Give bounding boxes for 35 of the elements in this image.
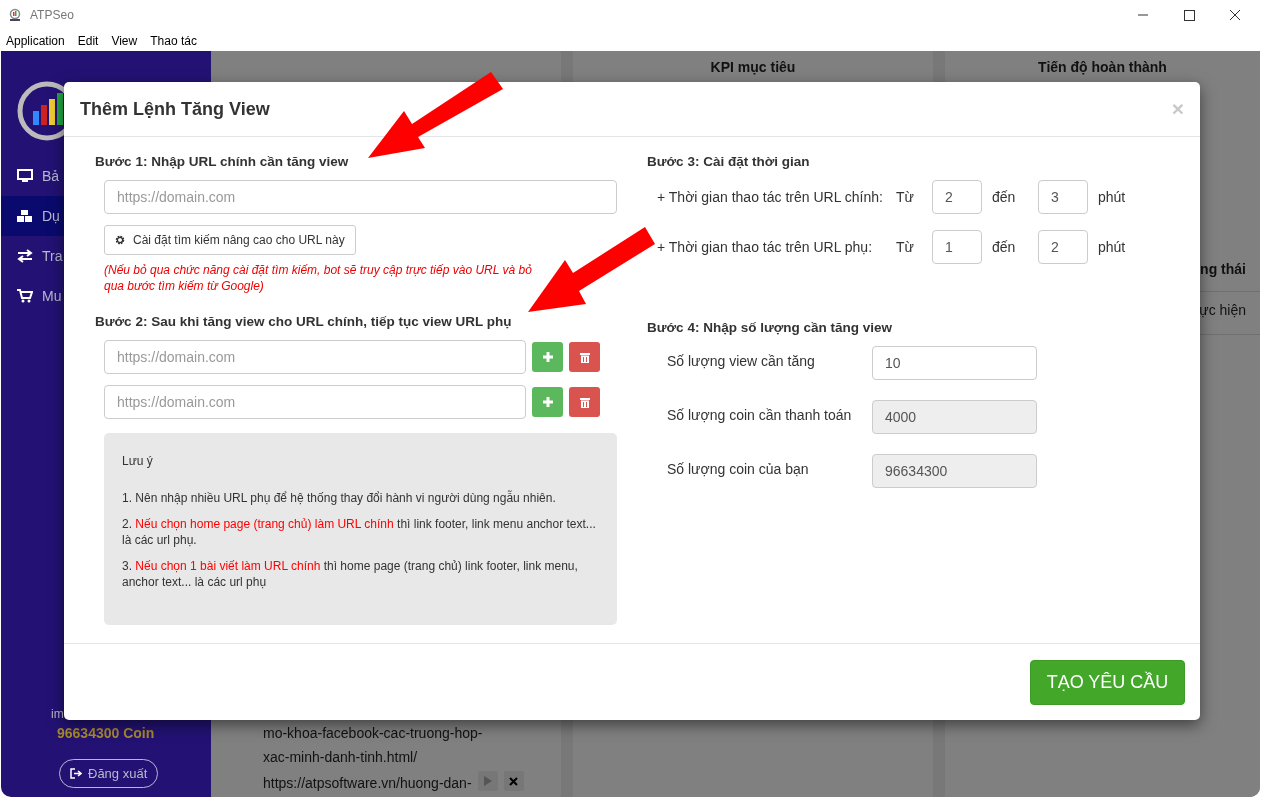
note-text: 1. Nên nhập nhiều URL phụ để hệ thống thay đổi hành vi người dùng ngẫu nhiên. — [122, 490, 557, 506]
step-heading: Bước 2: Sau khi tăng view cho URL chính, tiếp tục view URL phụ — [95, 314, 513, 329]
field-label: Từ — [896, 189, 915, 205]
sidebar-item-label: Bả — [42, 168, 60, 184]
field-label: đến — [991, 239, 1017, 255]
unit-label: phút — [1097, 189, 1126, 205]
url-text: xac-minh-danh-tinh.html/ — [263, 748, 419, 767]
sidebar-item-label: Mu — [42, 288, 62, 304]
step-heading: Bước 3: Cài đặt thời gian — [647, 154, 811, 169]
field-label: Số lượng coin cần thanh toán — [667, 407, 853, 423]
field-label: Từ — [896, 239, 915, 255]
step-heading: Bước 1: Nhập URL chính cần tăng view — [95, 154, 350, 169]
step-heading: Bước 4: Nhập số lượng cần tăng view — [647, 320, 894, 335]
field-label: Số lượng view cần tăng — [667, 353, 816, 369]
unit-label: phút — [1097, 239, 1126, 255]
field-label: + Thời gian thao tác trên URL chính: — [657, 189, 884, 205]
coin-balance: 96634300 Coin — [56, 724, 156, 741]
note-text: 3. Nếu chọn 1 bài viết làm URL chính thì home page (trang chủ) link footer, link menu, anchor text... là các url phụ — [122, 558, 579, 590]
url-text: mo-khoa-facebook-cac-truong-hop- — [263, 724, 483, 743]
field-label: đến — [991, 189, 1017, 205]
column-header: ng thái — [1200, 261, 1246, 279]
url-text: https://atpsoftware.vn/huong-dan- — [263, 774, 472, 793]
window-title: ATPSeo — [30, 8, 74, 22]
note-title: Lưu ý — [122, 453, 154, 469]
field-label: + Thời gian thao tác trên URL phụ: — [657, 239, 874, 255]
dialog-title: Thêm Lệnh Tăng View — [80, 98, 271, 120]
note-text: 2. Nếu chọn home page (trang chủ) làm URL chính thì link footer, link menu anchor text... là các url phụ. — [122, 516, 597, 548]
sidebar-item-label: Tra — [42, 248, 63, 264]
column-header: KPI mục tiêu — [709, 58, 797, 77]
username: im — [50, 707, 65, 721]
table-cell-text: ực hiện — [1199, 302, 1246, 320]
hint-text: (Nếu bỏ qua chức năng cài đặt tìm kiếm, bot sẽ truy cập trực tiếp vào URL và bỏ qua bước tìm kiếm từ Google) — [104, 262, 533, 294]
sidebar-item-label: Dụ — [42, 208, 60, 224]
column-header: Tiến độ hoàn thành — [1037, 58, 1168, 77]
field-label: Số lượng coin của bạn — [667, 461, 810, 477]
